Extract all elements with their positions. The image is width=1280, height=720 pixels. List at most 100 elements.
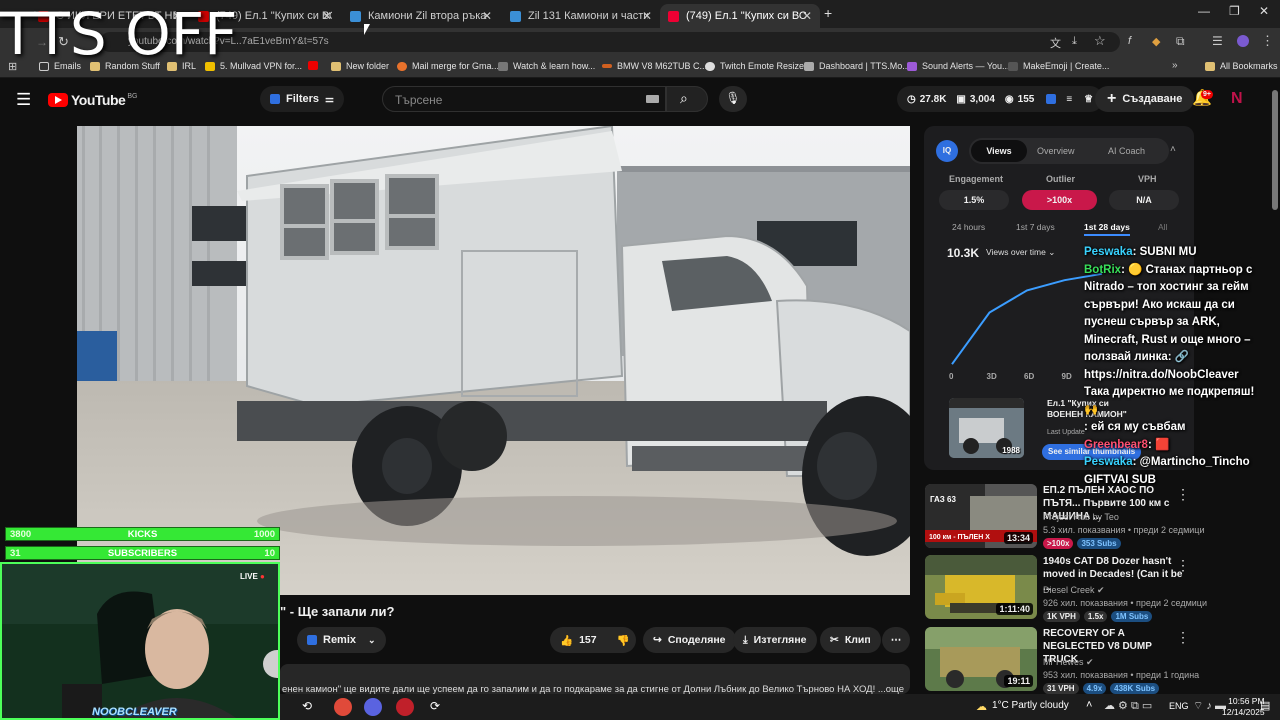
- chat-username: Greenbear8: [1084, 438, 1148, 451]
- range-7d[interactable]: 1st 7 days: [1016, 222, 1055, 232]
- language-indicator[interactable]: ENG: [1169, 701, 1189, 711]
- bookmark-item[interactable]: Twitch Emote Resizer: [705, 61, 807, 71]
- bookmark-item[interactable]: BMW V8 M62TUB C...: [602, 61, 707, 71]
- more-actions-button[interactable]: ⋯: [882, 627, 910, 653]
- video-player[interactable]: [77, 126, 910, 595]
- clock[interactable]: 10:56 PM 12/14/2025: [1222, 696, 1265, 718]
- range-all[interactable]: All: [1158, 222, 1167, 232]
- search-input[interactable]: Търсене: [382, 86, 666, 112]
- svg-text:100 км - ПЪЛЕН Х: 100 км - ПЪЛЕН Х: [929, 534, 990, 541]
- rec-thumbnail[interactable]: 1:11:40: [925, 555, 1037, 619]
- live-indicator: LIVE ●: [240, 572, 265, 581]
- bookmark-item[interactable]: MakeEmoji | Create...: [1008, 61, 1109, 71]
- more-vertical-icon[interactable]: ⋮: [1176, 629, 1190, 646]
- chrome-taskbar-icon[interactable]: [334, 698, 352, 716]
- network-volume-icons[interactable]: ⌔ ♪ ▬: [1193, 699, 1226, 713]
- voice-search-button[interactable]: 🎙: [719, 86, 747, 112]
- obs-taskbar-icon[interactable]: [396, 698, 414, 716]
- chat-message: Peswaka: SUBNI MU: [1084, 246, 1197, 258]
- close-window-icon[interactable]: ✕: [1259, 4, 1269, 18]
- tts-overlay-text: TTS OFF: [0, 0, 238, 68]
- youtube-logo[interactable]: YouTube BG: [48, 92, 137, 108]
- more-horizontal-icon: ⋯: [890, 634, 902, 646]
- new-tab-icon[interactable]: +: [824, 5, 832, 21]
- keyboard-icon[interactable]: [646, 95, 659, 103]
- bookmark-folder[interactable]: New folder: [331, 61, 389, 71]
- hamburger-menu-icon[interactable]: ☰: [16, 90, 31, 110]
- vph-value: N/A: [1109, 190, 1179, 210]
- install-icon[interactable]: ⤓: [1072, 35, 1077, 48]
- bookmark-item[interactable]: Dashboard | TTS.Mo...: [804, 61, 910, 71]
- rec-thumbnail[interactable]: 100 км - ПЪЛЕН Х ГАЗ 63 13:34: [925, 484, 1037, 548]
- tray-chevron-icon[interactable]: ˄: [1086, 699, 1092, 711]
- vidiq-icon: [270, 94, 280, 104]
- bookmark-star-icon[interactable]: ☆: [1094, 33, 1106, 49]
- more-bookmarks-icon[interactable]: »: [1172, 60, 1178, 71]
- all-bookmarks[interactable]: All Bookmarks: [1205, 61, 1278, 71]
- tab-4[interactable]: Zil 131 Камиони и части, 19✕: [502, 4, 660, 28]
- minimize-icon[interactable]: —: [1198, 4, 1210, 18]
- clip-button[interactable]: ✂ Клип: [820, 627, 881, 653]
- weather-text[interactable]: 1°C Partly cloudy: [992, 700, 1069, 711]
- engagement-label: Engagement: [949, 174, 1004, 184]
- bookmark-item[interactable]: Sound Alerts — You...: [907, 61, 1010, 71]
- filters-button[interactable]: Filters ⚌: [260, 86, 344, 112]
- search-button[interactable]: ⌕: [666, 86, 708, 112]
- site-favicon-icon: [510, 10, 521, 22]
- subscribers-goal-bar: 31 SUBSCRIBERS 10: [5, 546, 280, 560]
- remix-button[interactable]: Remix ⌄: [297, 627, 386, 653]
- taskbar-app-icon[interactable]: ⟲: [302, 699, 312, 713]
- create-button[interactable]: + Създаване: [1095, 86, 1195, 112]
- notification-center-icon[interactable]: ▤: [1260, 699, 1270, 712]
- close-tab-icon[interactable]: ✕: [482, 9, 492, 23]
- list-item[interactable]: 1:11:40 1940s CAT D8 Dozer hasn't moved …: [925, 555, 1270, 622]
- views-dropdown[interactable]: Views over time ⌄: [986, 247, 1055, 258]
- like-dislike-button[interactable]: 👍 157 👎: [550, 627, 636, 653]
- list-item[interactable]: 19:11 RECOVERY OF A NEGLECTED V8 DUMP TR…: [925, 627, 1270, 694]
- extension-f-icon[interactable]: f: [1128, 35, 1131, 47]
- profile-avatar[interactable]: [1237, 35, 1249, 47]
- bookmark-item[interactable]: Watch & learn how...: [498, 61, 595, 71]
- close-tab-icon[interactable]: ✕: [322, 9, 332, 23]
- browser-menu-icon[interactable]: ⋮: [1261, 33, 1274, 49]
- range-24h[interactable]: 24 hours: [952, 222, 985, 232]
- share-button[interactable]: ↪ Споделяне: [643, 627, 736, 653]
- restore-icon[interactable]: ❐: [1229, 4, 1240, 18]
- current-video-thumbnail[interactable]: 1988: [949, 398, 1024, 458]
- download-button[interactable]: ⤓ Изтегляне: [733, 627, 817, 653]
- extension-icon[interactable]: ◆: [1152, 35, 1160, 48]
- url-field[interactable]: youtube.com/watch?v=L..7aE1veBmY&t=57s: [100, 32, 1120, 52]
- taskbar-app-icon[interactable]: ⟳: [430, 699, 440, 713]
- translate-icon[interactable]: 文: [1050, 35, 1061, 51]
- chat-message: BotRix: 🟡 Станах партньор с Nitrado – то…: [1084, 263, 1255, 416]
- microphone-icon: 🎙: [725, 91, 741, 105]
- range-28d[interactable]: 1st 28 days: [1084, 222, 1130, 236]
- tab-5-active[interactable]: (749) Ел.1 "Купих си ВОЕНЕ✕: [660, 4, 820, 28]
- collapse-icon[interactable]: ˄: [1170, 144, 1176, 155]
- account-avatar[interactable]: N: [1231, 90, 1243, 108]
- bookmark-item[interactable]: [308, 61, 323, 70]
- discord-taskbar-icon[interactable]: [364, 698, 382, 716]
- close-tab-icon[interactable]: ✕: [802, 9, 812, 23]
- video-frame-truck-image: [77, 126, 910, 595]
- more-vertical-icon[interactable]: ⋮: [1176, 557, 1190, 574]
- page-scrollbar[interactable]: [1271, 80, 1279, 694]
- rec-thumbnail[interactable]: 19:11: [925, 627, 1037, 691]
- vidiq-channel-stats[interactable]: ◷ 27.8K ▣ 3,004 ◉ 155 ≡ ♕: [897, 86, 1104, 112]
- site-icon: [705, 61, 715, 71]
- list-item[interactable]: 100 км - ПЪЛЕН Х ГАЗ 63 13:34 ЕП.2 ПЪЛЕН …: [925, 484, 1270, 549]
- tab-ai-coach[interactable]: AI Coach: [1108, 146, 1145, 156]
- webcam-overlay: LIVE ● NOOBCLEAVER: [0, 562, 280, 720]
- extensions-puzzle-icon[interactable]: ⧉: [1176, 34, 1185, 49]
- video-description[interactable]: енен камион" ще видите дали ще успеем да…: [280, 664, 910, 694]
- tab-views[interactable]: Views: [971, 140, 1027, 162]
- sidebar-icon[interactable]: ☰: [1212, 34, 1223, 48]
- vph-badge: 1K VPH: [1043, 611, 1080, 622]
- close-tab-icon[interactable]: ✕: [642, 9, 652, 23]
- youtube-icon: [308, 61, 318, 70]
- tab-overview[interactable]: Overview: [1037, 146, 1075, 156]
- bookmark-item[interactable]: Mail merge for Gma...: [397, 61, 499, 71]
- scrollbar-thumb[interactable]: [1272, 90, 1278, 210]
- tray-icons[interactable]: ☁ ⚙ ⧉ ▭: [1104, 699, 1152, 713]
- folder-icon: [331, 61, 341, 71]
